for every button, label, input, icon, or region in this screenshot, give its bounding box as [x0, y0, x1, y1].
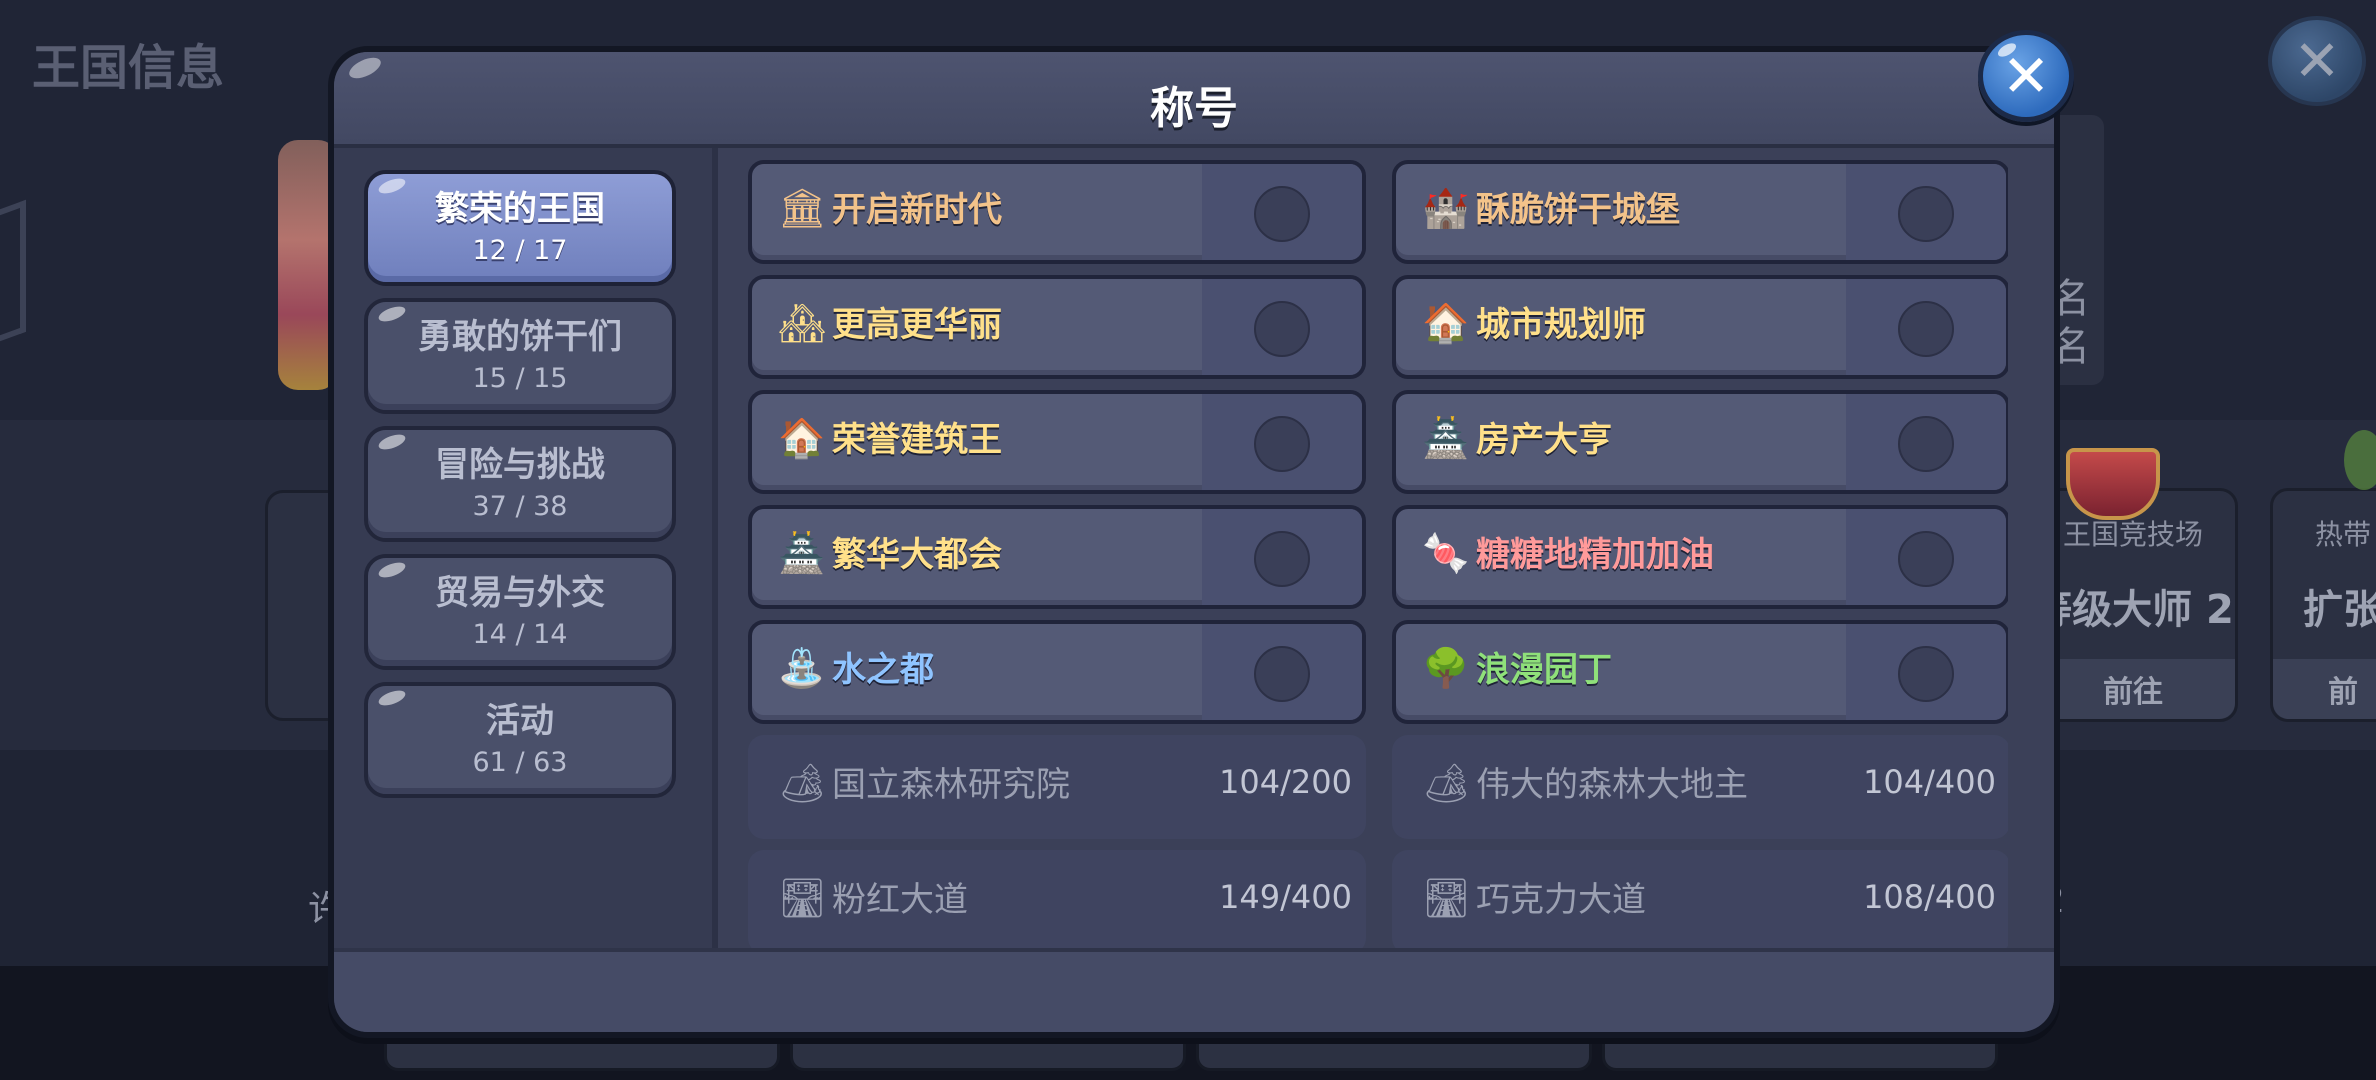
- category-tab[interactable]: 繁荣的王国 12 / 17: [364, 170, 676, 286]
- category-count: 14 / 14: [472, 619, 568, 650]
- title-name: 更高更华丽: [832, 305, 1002, 345]
- radio-button[interactable]: [1898, 646, 1954, 702]
- title-item[interactable]: 🏰 酥脆饼干城堡: [1392, 160, 2008, 264]
- title-icon: 🛣: [778, 876, 827, 920]
- title-icon: 🍬: [1422, 531, 1470, 575]
- category-sidebar: 繁荣的王国 12 / 17 勇敢的饼干们 15 / 15 冒险与挑战 37 / 38 贸易与…: [334, 148, 718, 948]
- category-count: 37 / 38: [472, 491, 568, 522]
- title-name: 伟大的森林大地主: [1476, 765, 1748, 805]
- title-name: 城市规划师: [1476, 305, 1646, 345]
- category-count: 61 / 63: [472, 747, 568, 778]
- title-name: 粉红大道: [832, 880, 968, 920]
- close-icon: ✕: [2001, 42, 2051, 110]
- radio-button[interactable]: [1898, 186, 1954, 242]
- category-tab[interactable]: 贸易与外交 14 / 14: [364, 554, 676, 670]
- category-tab[interactable]: 勇敢的饼干们 15 / 15: [364, 298, 676, 414]
- tropical-go-button[interactable]: 前: [2273, 659, 2376, 719]
- title-icon: 🏯: [778, 531, 826, 575]
- arena-rank: 等级大师 2: [2032, 587, 2234, 633]
- tropical-card[interactable]: 热带 扩张 前: [2270, 488, 2376, 722]
- category-name: 冒险与挑战: [435, 445, 605, 485]
- title-name: 巧克力大道: [1476, 880, 1646, 920]
- title-item[interactable]: 🏠 荣誉建筑王: [748, 390, 1366, 494]
- title-name: 房产大亨: [1476, 420, 1612, 460]
- title-item[interactable]: 🍬 糖糖地精加加油: [1392, 505, 2008, 609]
- modal-footer: [334, 948, 2054, 1032]
- modal-title: 称号: [1150, 83, 1238, 134]
- titles-modal: 称号 繁荣的王国 12 / 17 勇敢的饼干们 15 / 15 冒险与挑战 37 / 38…: [328, 46, 2060, 1038]
- arena-label: 王国竞技场: [2062, 518, 2203, 551]
- arena-go-button[interactable]: 前往: [2031, 659, 2235, 719]
- category-count: 15 / 15: [472, 363, 568, 394]
- radio-button[interactable]: [1254, 301, 1310, 357]
- title-name: 开启新时代: [832, 190, 1002, 230]
- title-icon: 🏕: [1422, 761, 1471, 805]
- titles-grid[interactable]: 🏛 开启新时代 🏰 酥脆饼干城堡 🏘 更高更华丽 🏠 城市规划师 🏠 荣誉建筑王 🏯 房产大亨 🏯 繁华大…: [748, 160, 2008, 950]
- arena-badge-icon: [2066, 448, 2160, 520]
- title-icon: 🏘: [778, 301, 827, 345]
- modal-header: 称号: [334, 52, 2054, 148]
- title-name: 繁华大都会: [832, 535, 1002, 575]
- modal-close-button[interactable]: ✕: [1978, 30, 2074, 122]
- title-icon: 🏠: [1422, 301, 1470, 345]
- title-icon: ⛲: [778, 646, 826, 690]
- title-name: 浪漫园丁: [1476, 650, 1612, 690]
- title-icon: 🏕: [778, 761, 827, 805]
- category-tab[interactable]: 冒险与挑战 37 / 38: [364, 426, 676, 542]
- title-item[interactable]: 🏯 房产大亨: [1392, 390, 2008, 494]
- page-close-button[interactable]: ✕: [2268, 16, 2366, 106]
- page-title: 王国信息: [32, 40, 225, 96]
- title-progress: 104/200: [1219, 763, 1352, 801]
- title-item[interactable]: 🛣 粉红大道 149/400: [748, 850, 1366, 950]
- title-name: 糖糖地精加加油: [1476, 535, 1714, 575]
- title-item[interactable]: ⛲ 水之都: [748, 620, 1366, 724]
- title-item[interactable]: 🏠 城市规划师: [1392, 275, 2008, 379]
- hexagon-decoration: [0, 199, 26, 353]
- title-icon: 🌳: [1422, 646, 1470, 690]
- title-name: 国立森林研究院: [832, 765, 1070, 805]
- radio-button[interactable]: [1254, 531, 1310, 587]
- radio-button[interactable]: [1254, 646, 1310, 702]
- tropical-label: 热带: [2314, 518, 2371, 551]
- category-count: 12 / 17: [472, 235, 568, 266]
- title-icon: 🏛: [778, 186, 827, 230]
- radio-button[interactable]: [1898, 301, 1954, 357]
- title-icon: 🛣: [1422, 876, 1471, 920]
- category-name: 勇敢的饼干们: [418, 317, 622, 357]
- title-progress: 108/400: [1863, 878, 1996, 916]
- category-name: 繁荣的王国: [435, 189, 605, 229]
- title-item[interactable]: 🏕 国立森林研究院 104/200: [748, 735, 1366, 839]
- title-icon: 🏰: [1422, 186, 1470, 230]
- category-name: 贸易与外交: [435, 573, 605, 613]
- title-icon: 🏠: [778, 416, 826, 460]
- plant-icon: [2344, 430, 2376, 490]
- close-icon: ✕: [2293, 28, 2341, 94]
- radio-button[interactable]: [1254, 186, 1310, 242]
- radio-button[interactable]: [1898, 531, 1954, 587]
- title-item[interactable]: 🏕 伟大的森林大地主 104/400: [1392, 735, 2008, 839]
- title-progress: 149/400: [1219, 878, 1352, 916]
- category-name: 活动: [486, 701, 554, 741]
- title-name: 水之都: [832, 650, 934, 690]
- title-item[interactable]: 🛣 巧克力大道 108/400: [1392, 850, 2008, 950]
- radio-button[interactable]: [1898, 416, 1954, 472]
- title-item[interactable]: 🏘 更高更华丽: [748, 275, 1366, 379]
- title-item[interactable]: 🏛 开启新时代: [748, 160, 1366, 264]
- tropical-value: 扩张: [2303, 587, 2376, 633]
- title-name: 酥脆饼干城堡: [1476, 190, 1680, 230]
- title-name: 荣誉建筑王: [832, 420, 1002, 460]
- title-progress: 104/400: [1863, 763, 1996, 801]
- category-tab[interactable]: 活动 61 / 63: [364, 682, 676, 798]
- title-icon: 🏯: [1422, 416, 1470, 460]
- radio-button[interactable]: [1254, 416, 1310, 472]
- title-item[interactable]: 🌳 浪漫园丁: [1392, 620, 2008, 724]
- title-item[interactable]: 🏯 繁华大都会: [748, 505, 1366, 609]
